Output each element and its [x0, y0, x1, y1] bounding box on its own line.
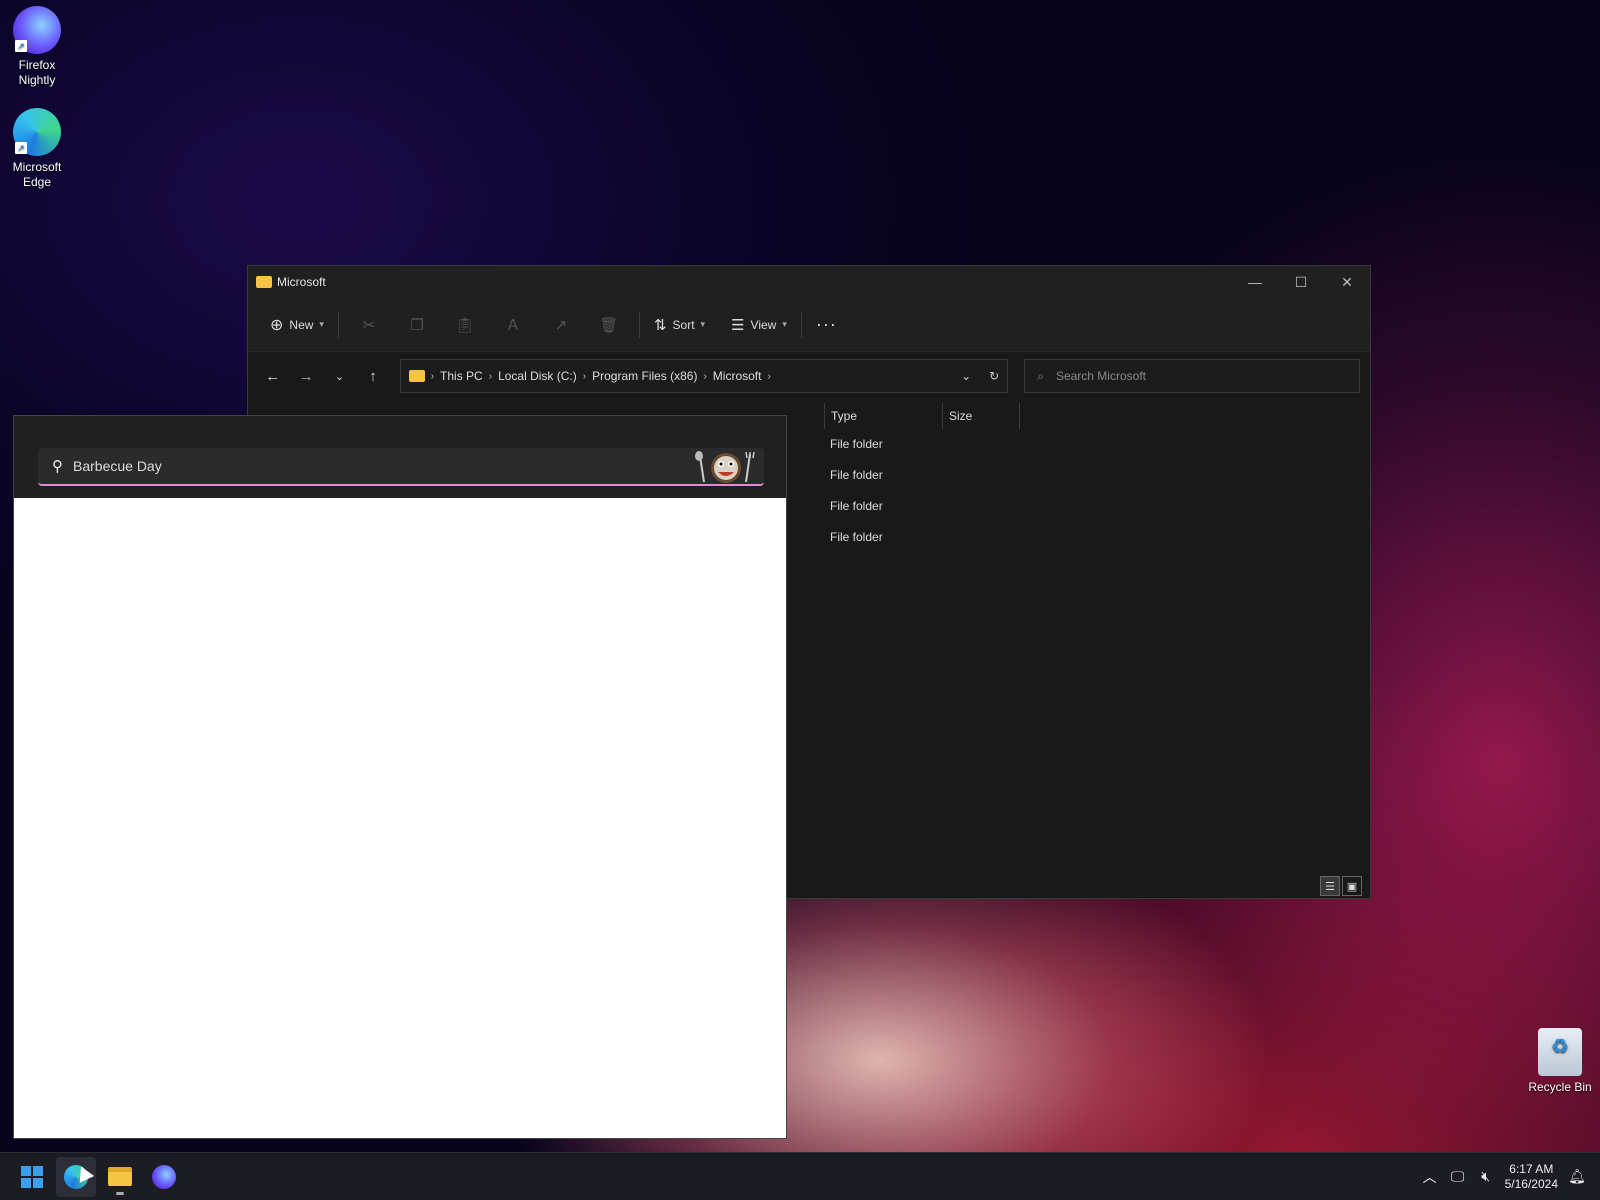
address-row: ← → ⌄ ↑ › This PC › Local Disk (C:) › Pr… [248, 352, 1370, 400]
window-title: Microsoft [277, 275, 326, 289]
search-field[interactable]: ⚲ [38, 448, 764, 486]
search-icon: ⚲ [52, 458, 63, 475]
shortcut-arrow-icon: ↗ [15, 40, 27, 52]
row-type: File folder [830, 468, 883, 482]
chevron-down-icon: ▾ [700, 319, 706, 329]
view-label: View [750, 317, 777, 332]
share-icon[interactable]: ↗ [537, 309, 585, 341]
cut-icon[interactable]: ✂ [345, 309, 393, 341]
back-arrow-icon[interactable]: ← [258, 361, 287, 391]
address-dropdown-icon[interactable]: ⌄ [961, 369, 971, 383]
system-tray: ︿ 🖵︎ 🔇︎ 6:17 AM 5/16/2024 🔔︎ [1421, 1162, 1600, 1192]
breadcrumb-this-pc[interactable]: This PC [440, 369, 483, 383]
paste-icon[interactable]: 📋︎ [441, 309, 489, 341]
edge-icon: ↗ [13, 108, 61, 156]
column-header-type[interactable]: Type [824, 403, 942, 429]
barbecue-day-doodle-icon [695, 451, 755, 483]
desktop-icon-firefox-nightly[interactable]: ↗ Firefox Nightly [0, 6, 74, 88]
taskbar-firefox-nightly-button[interactable] [144, 1157, 184, 1197]
chevron-down-icon: ▾ [319, 319, 324, 329]
layout-toggle: ☰ ▣ [1320, 876, 1362, 896]
delete-icon[interactable]: 🗑︎ [585, 309, 633, 341]
clock[interactable]: 6:17 AM 5/16/2024 [1505, 1162, 1558, 1192]
tiles-view-icon[interactable]: ▣ [1342, 876, 1362, 896]
command-bar: ⊕ New ▾ ✂ ❐ 📋︎ Ａ ↗ 🗑︎ ⇅ Sort ▾ ☰ View ▾ … [248, 298, 1370, 352]
breadcrumb-local-disk[interactable]: Local Disk (C:) [498, 369, 577, 383]
windows-search-panel: ⚲ [13, 415, 787, 1139]
search-header: ⚲ [14, 416, 786, 498]
network-icon[interactable]: 🖵︎ [1449, 1168, 1467, 1185]
search-results-area [14, 498, 786, 1138]
column-header-size[interactable]: Size [942, 403, 1020, 429]
close-button[interactable]: ✕ [1324, 266, 1370, 298]
desktop-icon-label: Firefox [18, 58, 56, 72]
breadcrumb-program-files[interactable]: Program Files (x86) [592, 369, 697, 383]
forward-arrow-icon[interactable]: → [291, 361, 320, 391]
firefox-nightly-icon: ↗ [13, 6, 61, 54]
address-bar[interactable]: › This PC › Local Disk (C:) › Program Fi… [399, 359, 1009, 393]
desktop-icon-label: Nightly [18, 73, 56, 87]
recycle-bin-icon: ♻ [1538, 1028, 1582, 1076]
desktop-icon-label: Microsoft [12, 160, 62, 174]
notification-bell-icon[interactable]: 🔔︎ [1568, 1168, 1586, 1185]
row-type: File folder [830, 499, 883, 513]
new-label: New [289, 317, 314, 332]
maximize-button[interactable]: ☐ [1278, 266, 1324, 298]
windows-logo-icon [21, 1165, 43, 1188]
clock-time: 6:17 AM [1509, 1161, 1554, 1176]
minimize-button[interactable]: — [1232, 266, 1278, 298]
folder-icon [408, 370, 425, 382]
rename-icon[interactable]: Ａ [489, 309, 537, 341]
taskbar-file-explorer-button[interactable] [100, 1157, 140, 1197]
search-input[interactable] [73, 458, 653, 474]
refresh-icon[interactable]: ↻ [989, 369, 999, 383]
desktop-icon-label: Recycle Bin [1528, 1080, 1592, 1094]
plus-circle-icon: ⊕ [270, 316, 284, 334]
row-type: File folder [830, 437, 883, 451]
details-view-icon[interactable]: ☰ [1320, 876, 1340, 896]
taskbar: ︿ 🖵︎ 🔇︎ 6:17 AM 5/16/2024 🔔︎ [0, 1152, 1600, 1200]
sort-icon: ⇅ [653, 316, 667, 334]
file-explorer-icon [108, 1167, 132, 1186]
copy-icon[interactable]: ❐ [393, 309, 441, 341]
title-bar[interactable]: Microsoft — ☐ ✕ [248, 266, 1370, 298]
up-arrow-icon[interactable]: ↑ [358, 361, 387, 391]
desktop-icon-microsoft-edge[interactable]: ↗ Microsoft Edge [0, 108, 74, 190]
breadcrumb-microsoft[interactable]: Microsoft [713, 369, 762, 383]
folder-icon [256, 276, 272, 288]
sort-label: Sort [672, 317, 695, 332]
view-icon: ☰ [731, 316, 745, 334]
view-button[interactable]: ☰ View ▾ [723, 309, 795, 341]
explorer-search-input[interactable]: ⌕ Search Microsoft [1024, 359, 1360, 393]
start-button[interactable] [12, 1157, 52, 1197]
recent-locations-chevron-icon[interactable]: ⌄ [325, 361, 354, 391]
clock-date: 5/16/2024 [1504, 1176, 1558, 1191]
volume-muted-icon[interactable]: 🔇︎ [1477, 1168, 1495, 1185]
sort-button[interactable]: ⇅ Sort ▾ [646, 309, 713, 341]
search-placeholder: Search Microsoft [1055, 369, 1146, 383]
show-hidden-icons-chevron-icon[interactable]: ︿ [1421, 1167, 1439, 1187]
desktop-icon-recycle-bin[interactable]: ♻ Recycle Bin [1520, 1028, 1600, 1095]
shortcut-arrow-icon: ↗ [15, 142, 27, 154]
desktop-icon-label: Edge [22, 175, 52, 189]
chevron-down-icon: ▾ [782, 319, 787, 329]
row-type: File folder [830, 530, 883, 544]
more-options-button[interactable]: ··· [808, 309, 845, 341]
new-button[interactable]: ⊕ New ▾ [262, 309, 332, 341]
firefox-nightly-icon [152, 1164, 176, 1189]
search-icon: ⌕ [1037, 368, 1044, 383]
